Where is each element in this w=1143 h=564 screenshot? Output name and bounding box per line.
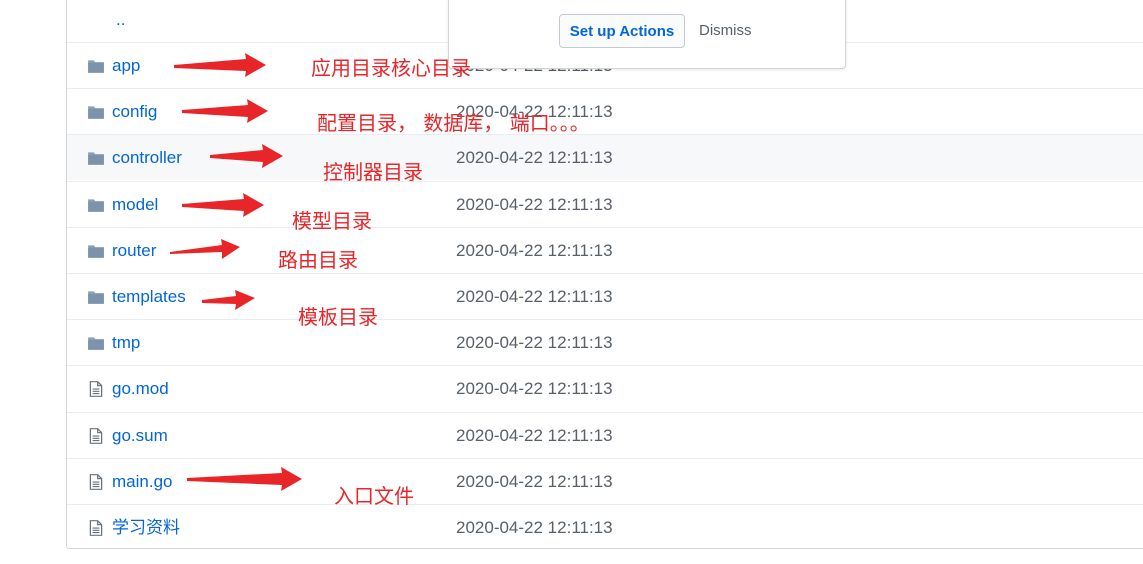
file-name-link[interactable]: config [112,89,157,135]
last-modified: 2020-04-22 12:11:13 [456,148,613,168]
file-list: .. app 2020-04-22 12:11:13 config 2020-04-2… [66,0,1143,549]
file-name-link[interactable]: main.go [112,459,172,505]
last-modified: 2020-04-22 12:11:13 [456,425,613,445]
file-row[interactable]: config 2020-04-22 12:11:13 [67,88,1143,134]
last-modified: 2020-04-22 12:11:13 [456,240,613,260]
file-name-link[interactable]: go.mod [112,366,169,412]
folder-icon [88,245,104,258]
file-row[interactable]: go.sum 2020-04-22 12:11:13 [67,411,1143,459]
file-row[interactable]: model 2020-04-22 12:11:13 [67,180,1143,228]
setup-actions-button[interactable]: Set up Actions [559,14,685,48]
dismiss-button[interactable]: Dismiss [699,14,752,48]
folder-icon [88,337,104,350]
folder-icon [88,106,104,119]
file-name-link[interactable]: controller [112,135,182,181]
file-name-link[interactable]: app [112,43,140,89]
folder-icon [88,291,104,304]
file-icon [89,427,103,444]
folder-icon [88,60,104,73]
file-name-link[interactable]: 学习资料 [112,505,180,551]
last-modified: 2020-04-22 12:11:13 [456,287,613,306]
file-name-link[interactable]: model [112,182,158,228]
file-icon [89,520,103,536]
parent-dir-link[interactable]: .. [116,0,125,40]
file-icon [89,473,103,490]
file-row[interactable]: tmp 2020-04-22 12:11:13 [67,319,1143,365]
folder-icon [88,198,104,212]
last-modified: 2020-04-22 12:11:13 [456,194,613,214]
file-row[interactable]: 学习资料 2020-04-22 12:11:13 [67,504,1143,550]
last-modified: 2020-04-22 12:11:13 [456,379,613,399]
actions-banner: Set up Actions Dismiss [448,0,846,69]
last-modified: 2020-04-22 12:11:13 [456,471,613,491]
file-icon [89,381,103,398]
file-row[interactable]: main.go 2020-04-22 12:11:13 [67,457,1143,505]
file-name-link[interactable]: go.sum [112,413,168,459]
last-modified: 2020-04-22 12:11:13 [456,333,613,353]
last-modified: 2020-04-22 12:11:13 [456,102,613,122]
file-row[interactable]: controller 2020-04-22 12:11:13 [67,134,1143,181]
file-name-link[interactable]: router [112,228,156,274]
file-row[interactable]: go.mod 2020-04-22 12:11:13 [67,365,1143,411]
file-name-link[interactable]: templates [112,274,186,320]
folder-icon [88,152,104,166]
last-modified: 2020-04-22 12:11:13 [456,518,613,537]
file-row[interactable]: router 2020-04-22 12:11:13 [67,226,1143,274]
file-row[interactable]: templates 2020-04-22 12:11:13 [67,273,1143,319]
file-name-link[interactable]: tmp [112,320,140,366]
